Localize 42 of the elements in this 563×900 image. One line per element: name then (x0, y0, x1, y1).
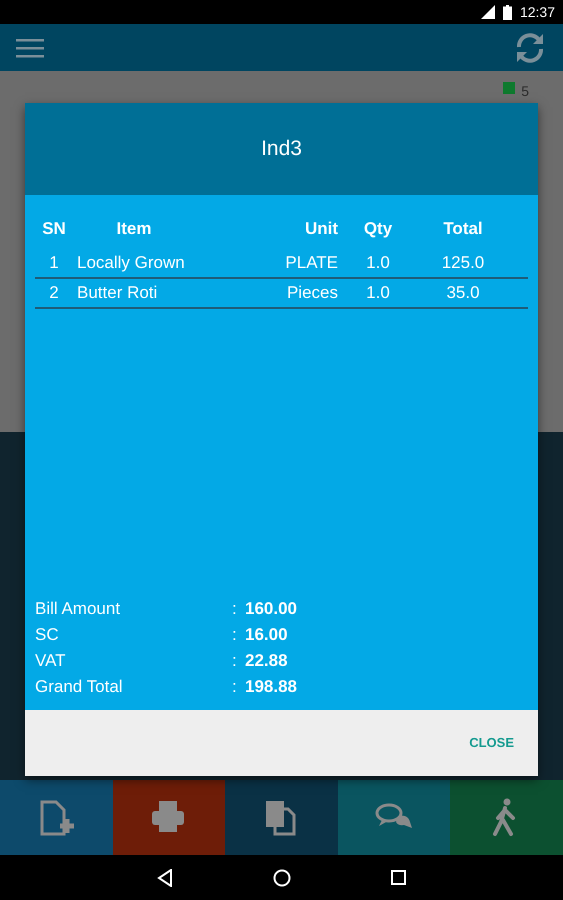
table-cell-text: Locally Grown (76, 252, 186, 274)
toolbar-button[interactable] (338, 780, 450, 855)
colon-separator: : (232, 624, 238, 646)
signal-icon (480, 5, 495, 19)
summary-label: Grand Total (35, 676, 124, 698)
home-icon[interactable] (273, 868, 291, 886)
summary-label: SC (35, 624, 60, 646)
summary-value: 160.00 (245, 598, 298, 620)
toolbar-button[interactable] (450, 780, 563, 855)
summary-value: 16.00 (245, 624, 289, 646)
column-header: SN (41, 218, 67, 240)
colon-separator: : (232, 598, 238, 620)
summary-value: 22.88 (245, 650, 289, 672)
table-cell-text: 125.0 (440, 252, 486, 274)
summary-label: VAT (35, 650, 67, 672)
table-cell-text: 35.0 (445, 282, 481, 304)
colon-separator: : (232, 650, 238, 672)
table-cell-text: 1.0 (365, 282, 391, 304)
table-cell-text: 2 (48, 282, 60, 304)
column-header: Total (442, 218, 484, 240)
table-cell-text: PLATE (284, 252, 338, 274)
table-cell-text: 1 (48, 252, 60, 274)
toolbar-button[interactable] (0, 780, 113, 855)
summary-value: 198.88 (245, 676, 298, 698)
table-cell-text: 1.0 (365, 252, 391, 274)
close-button[interactable]: CLOSE (461, 727, 522, 759)
column-header: Unit (304, 218, 338, 240)
legend-count: 5 (521, 82, 529, 101)
table-cell-text: Pieces (286, 282, 338, 304)
dialog-title: Ind3 (261, 136, 302, 162)
battery-icon (502, 4, 512, 20)
menu-icon[interactable] (16, 38, 44, 58)
colon-separator: : (232, 676, 238, 698)
summary-label: Bill Amount (35, 598, 122, 620)
toolbar-button[interactable] (225, 780, 338, 855)
back-icon[interactable] (157, 868, 173, 886)
column-header: Qty (362, 218, 394, 240)
table-cell-text: Butter Roti (76, 282, 158, 304)
recents-icon[interactable] (391, 870, 406, 885)
clock-time: 12:37 (520, 2, 555, 22)
toolbar-button[interactable] (112, 780, 226, 855)
column-header: Item (116, 218, 152, 240)
